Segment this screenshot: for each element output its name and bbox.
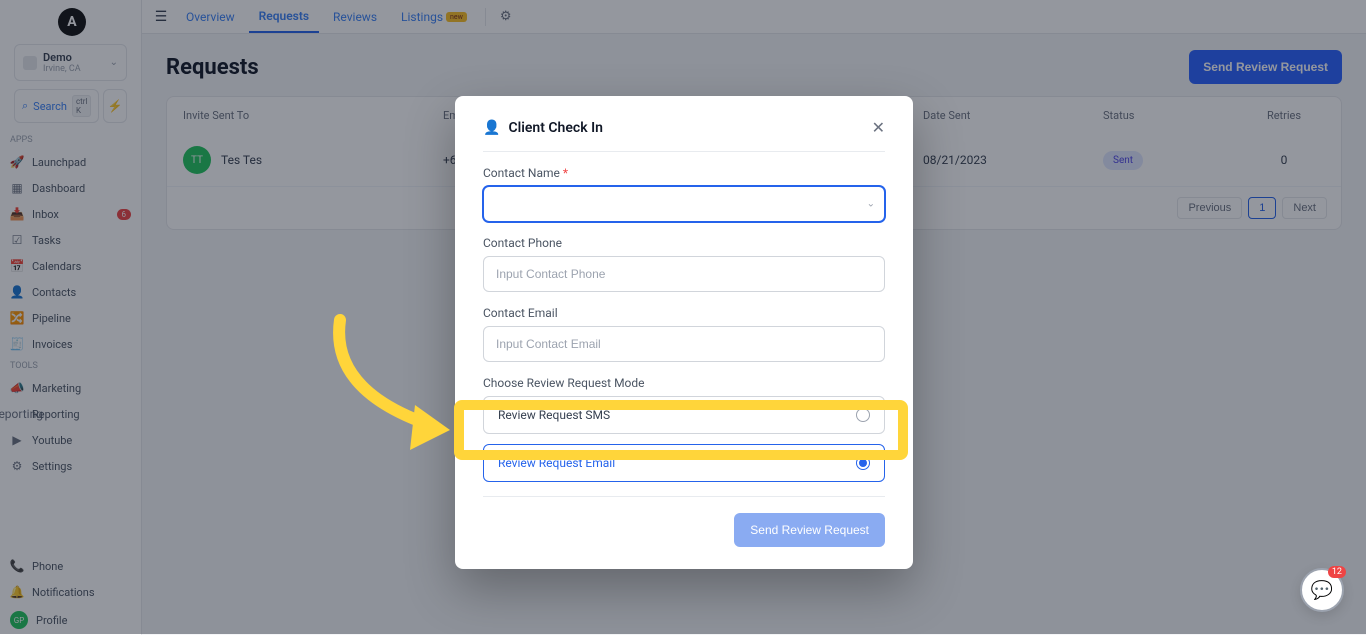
chat-fab[interactable]: 💬 12 [1300,568,1344,612]
option-sms[interactable]: Review Request SMS [483,396,885,434]
modal-title: Client Check In [508,120,602,136]
contact-name-label: Contact Name* [483,166,885,180]
chat-badge: 12 [1328,566,1346,578]
contact-phone-label: Contact Phone [483,236,885,250]
close-button[interactable]: ✕ [872,118,885,137]
contact-phone-input[interactable] [483,256,885,292]
mode-label: Choose Review Request Mode [483,376,885,390]
user-icon: 👤 [483,120,500,136]
chat-icon: 💬 [1311,580,1333,601]
radio-icon [856,456,870,470]
modal-send-button[interactable]: Send Review Request [734,513,885,547]
contact-email-label: Contact Email [483,306,885,320]
option-sms-label: Review Request SMS [498,408,610,422]
option-email-label: Review Request Email [498,456,615,470]
contact-name-input[interactable] [483,186,885,222]
option-email[interactable]: Review Request Email [483,444,885,482]
contact-email-input[interactable] [483,326,885,362]
radio-icon [856,408,870,422]
client-check-in-modal: 👤 Client Check In ✕ Contact Name* ⌄ Cont… [455,96,913,569]
